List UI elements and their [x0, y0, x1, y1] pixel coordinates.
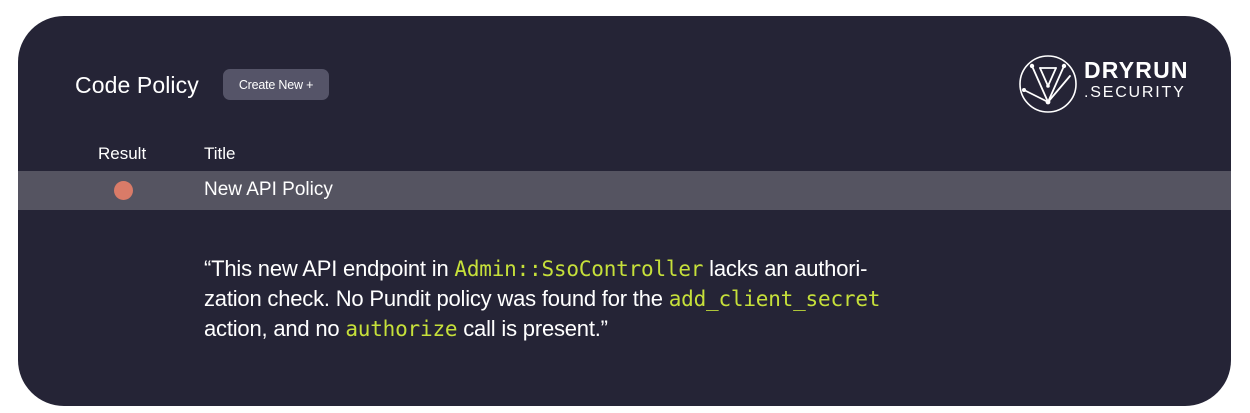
policy-title: New API Policy — [204, 179, 333, 200]
page-title: Code Policy — [75, 72, 199, 98]
logo-wordmark-top: DRYRUN — [1084, 57, 1189, 83]
dryrun-logo-icon — [1019, 55, 1077, 113]
finding-description: “This new API endpoint in Admin::SsoCont… — [204, 254, 1004, 344]
column-header-result: Result — [98, 144, 147, 163]
logo-wordmark-bottom: .SECURITY — [1084, 84, 1186, 101]
dryrun-security-logo: DRYRUN .SECURITY — [1018, 54, 1204, 114]
finding-line-1: “This new API endpoint in Admin::SsoCont… — [204, 256, 868, 281]
finding-line-3: action, and no authorize call is present… — [204, 316, 608, 341]
table-row[interactable]: New API Policy — [18, 171, 1231, 210]
code-policy-panel: Code Policy Create New + DRYRUN .SECURIT… — [18, 16, 1231, 406]
finding-line-2: zation check. No Pundit policy was found… — [204, 286, 881, 311]
code-snippet: Admin::SsoController — [454, 257, 704, 281]
code-snippet: add_client_secret — [668, 287, 881, 311]
result-status-dot — [114, 181, 133, 200]
code-snippet: authorize — [345, 317, 458, 341]
create-new-button[interactable]: Create New + — [223, 69, 329, 100]
column-header-title: Title — [204, 144, 236, 163]
